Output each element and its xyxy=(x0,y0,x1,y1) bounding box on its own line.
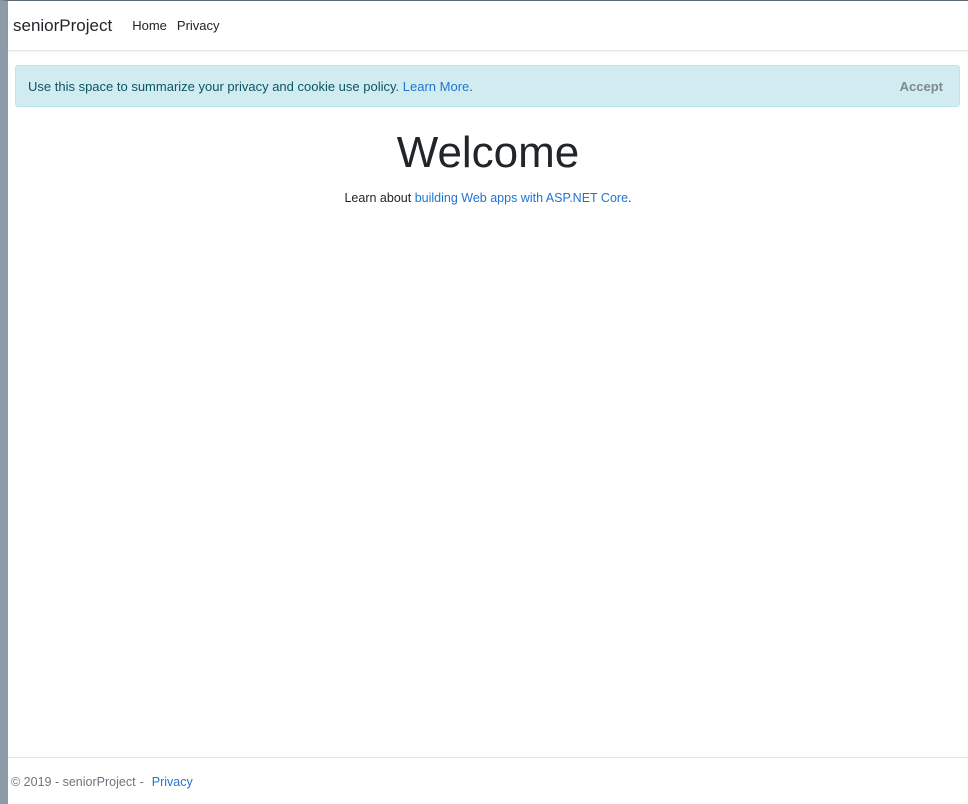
learn-more-suffix: . xyxy=(469,78,473,94)
learn-about-prefix: Learn about xyxy=(344,191,412,205)
learn-about-text: Learn about building Web apps with ASP.N… xyxy=(8,191,968,205)
cookie-consent-text: Use this space to summarize your privacy… xyxy=(28,78,400,94)
page-title: Welcome xyxy=(396,128,580,177)
cookie-consent-message: Use this space to summarize your privacy… xyxy=(28,79,896,94)
cookie-consent-alert: Use this space to summarize your privacy… xyxy=(15,65,960,107)
nav-link-privacy[interactable]: Privacy xyxy=(177,18,220,33)
brand-link[interactable]: seniorProject xyxy=(13,16,112,36)
nav-link-home[interactable]: Home xyxy=(132,18,167,33)
learn-more-link[interactable]: Learn More xyxy=(403,79,469,94)
aspnet-docs-link[interactable]: building Web apps with ASP.NET Core xyxy=(415,191,628,205)
learn-about-suffix: . xyxy=(628,191,632,205)
browser-viewport: seniorProject Home Privacy Use this spac… xyxy=(0,0,968,804)
footer-separator: - xyxy=(139,774,144,789)
accept-cookie-button[interactable]: Accept xyxy=(896,79,947,94)
footer-copyright: © 2019 - seniorProject xyxy=(11,774,136,789)
footer: © 2019 - seniorProject - Privacy xyxy=(8,757,968,804)
main-content: Welcome Learn about building Web apps wi… xyxy=(8,125,968,218)
footer-privacy-link[interactable]: Privacy xyxy=(152,775,193,789)
navbar: seniorProject Home Privacy xyxy=(8,1,968,51)
